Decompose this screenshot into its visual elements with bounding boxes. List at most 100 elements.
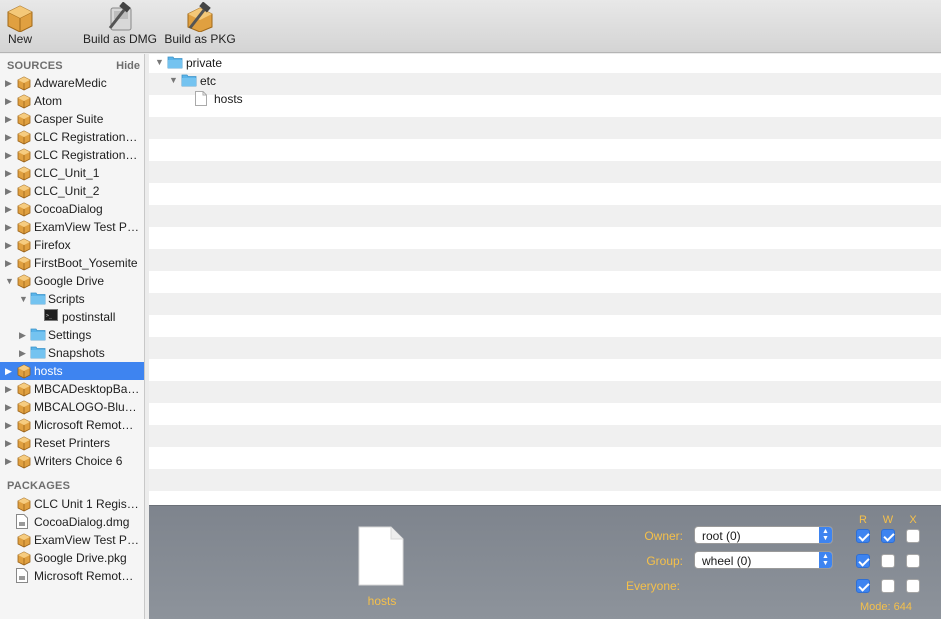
owner-read-checkbox[interactable]	[856, 529, 870, 543]
group-value: wheel (0)	[702, 554, 752, 568]
disclosure-closed-icon[interactable]: ▶	[5, 383, 13, 395]
source-item[interactable]: >_ postinstall	[0, 308, 144, 326]
disclosure-closed-icon[interactable]: ▶	[5, 95, 13, 107]
disclosure-open-icon[interactable]: ▼	[155, 57, 164, 67]
disclosure-closed-icon[interactable]: ▶	[5, 167, 13, 179]
folder-icon	[30, 327, 46, 343]
group-read-checkbox[interactable]	[856, 554, 870, 568]
packages-heading: PACKAGES	[7, 480, 71, 492]
hide-button[interactable]: Hide	[116, 60, 140, 72]
file-browser: ▼ private ▼ etc hosts	[149, 54, 941, 505]
source-item[interactable]: ▶ Microsoft Remot…	[0, 416, 144, 434]
build-pkg-button[interactable]: Build as PKG	[163, 0, 237, 52]
owner-execute-checkbox[interactable]	[906, 529, 920, 543]
source-item[interactable]: ▶ CLC Registration…	[0, 146, 144, 164]
disclosure-closed-icon[interactable]: ▶	[5, 185, 13, 197]
disclosure-closed-icon[interactable]: ▶	[5, 455, 13, 467]
package-label: Microsoft Remot…	[34, 569, 134, 583]
group-write-checkbox[interactable]	[881, 554, 895, 568]
disclosure-closed-icon[interactable]: ▶	[19, 347, 27, 359]
disclosure-closed-icon[interactable]: ▶	[5, 437, 13, 449]
disclosure-closed-icon[interactable]: ▶	[5, 257, 13, 269]
package-icon	[16, 399, 32, 415]
package-icon	[16, 273, 32, 289]
source-label: Atom	[34, 94, 63, 108]
owner-write-checkbox[interactable]	[881, 529, 895, 543]
source-item[interactable]: ▼ Google Drive	[0, 272, 144, 290]
package-label: CocoaDialog.dmg	[34, 515, 130, 529]
package-icon	[16, 111, 32, 127]
disclosure-closed-icon[interactable]: ▶	[5, 131, 13, 143]
group-popup[interactable]: wheel (0) ▲ ▼	[694, 551, 833, 569]
source-label: CocoaDialog	[34, 202, 103, 216]
disclosure-closed-icon[interactable]: ▶	[5, 77, 13, 89]
package-item[interactable]: ExamView Test Pl…	[0, 531, 144, 549]
source-item[interactable]: ▶ CocoaDialog	[0, 200, 144, 218]
package-item[interactable]: Microsoft Remot…	[0, 567, 144, 585]
source-label: Settings	[48, 328, 92, 342]
package-item[interactable]: CLC Unit 1 Regis…	[0, 495, 144, 513]
disclosure-closed-icon[interactable]: ▶	[5, 149, 13, 161]
package-icon	[16, 129, 32, 145]
source-label: CLC Registration…	[34, 130, 138, 144]
source-item[interactable]: ▶ Settings	[0, 326, 144, 344]
everyone-write-checkbox[interactable]	[881, 579, 895, 593]
source-item[interactable]: ▼ Scripts	[0, 290, 144, 308]
source-item[interactable]: ▶ Firefox	[0, 236, 144, 254]
source-item[interactable]: ▶ FirstBoot_Yosemite	[0, 254, 144, 272]
disclosure-closed-icon[interactable]: ▶	[5, 401, 13, 413]
owner-popup[interactable]: root (0) ▲ ▼	[694, 526, 833, 544]
disclosure-closed-icon[interactable]: ▶	[5, 365, 13, 377]
disclosure-closed-icon[interactable]: ▶	[19, 329, 27, 341]
group-execute-checkbox[interactable]	[906, 554, 920, 568]
source-label: CLC_Unit_2	[34, 184, 100, 198]
source-item[interactable]: ▶ MBCALOGO-Blu…	[0, 398, 144, 416]
owner-value: root (0)	[702, 529, 741, 543]
source-label: FirstBoot_Yosemite	[34, 256, 138, 270]
source-item[interactable]: ▶ MBCADesktopBa…	[0, 380, 144, 398]
package-icon	[16, 435, 32, 451]
disclosure-open-icon[interactable]: ▼	[169, 75, 178, 85]
source-label: Firefox	[34, 238, 71, 252]
disclosure-closed-icon[interactable]: ▶	[5, 419, 13, 431]
new-button[interactable]: New	[2, 0, 38, 52]
source-item[interactable]: ▶ AdwareMedic	[0, 74, 144, 92]
selected-file-name: hosts	[367, 594, 397, 608]
file-row[interactable]: ▼ private	[149, 54, 941, 72]
source-label: Casper Suite	[34, 112, 104, 126]
package-icon	[16, 75, 32, 91]
package-icon	[16, 363, 32, 379]
write-header: W	[882, 514, 894, 526]
source-item[interactable]: ▶ hosts	[0, 362, 144, 380]
disclosure-closed-icon[interactable]: ▶	[5, 221, 13, 233]
disclosure-closed-icon[interactable]: ▶	[5, 113, 13, 125]
source-item[interactable]: ▶ Snapshots	[0, 344, 144, 362]
disclosure-open-icon[interactable]: ▼	[5, 275, 14, 287]
everyone-read-checkbox[interactable]	[856, 579, 870, 593]
dmg-file-icon	[16, 568, 32, 584]
source-label: Snapshots	[48, 346, 105, 360]
source-item[interactable]: ▶ CLC_Unit_1	[0, 164, 144, 182]
package-item[interactable]: Google Drive.pkg	[0, 549, 144, 567]
source-item[interactable]: ▶ CLC Registration…	[0, 128, 144, 146]
folder-icon	[167, 55, 183, 72]
source-label: hosts	[34, 364, 63, 378]
source-item[interactable]: ▶ CLC_Unit_2	[0, 182, 144, 200]
file-row[interactable]: ▼ etc	[149, 72, 941, 90]
package-icon	[16, 532, 32, 548]
source-item[interactable]: ▶ Casper Suite	[0, 110, 144, 128]
source-label: Reset Printers	[34, 436, 111, 450]
package-item[interactable]: CocoaDialog.dmg	[0, 513, 144, 531]
source-item[interactable]: ▶ ExamView Test Pl…	[0, 218, 144, 236]
disclosure-closed-icon[interactable]: ▶	[5, 239, 13, 251]
everyone-execute-checkbox[interactable]	[906, 579, 920, 593]
everyone-label: Everyone:	[625, 579, 680, 593]
disclosure-closed-icon[interactable]: ▶	[5, 203, 13, 215]
source-item[interactable]: ▶ Atom	[0, 92, 144, 110]
package-icon	[16, 201, 32, 217]
source-item[interactable]: ▶ Reset Printers	[0, 434, 144, 452]
disclosure-open-icon[interactable]: ▼	[19, 293, 28, 305]
file-row[interactable]: hosts	[149, 90, 941, 108]
build-dmg-button[interactable]: Build as DMG	[82, 0, 158, 52]
source-item[interactable]: ▶ Writers Choice 6	[0, 452, 144, 470]
